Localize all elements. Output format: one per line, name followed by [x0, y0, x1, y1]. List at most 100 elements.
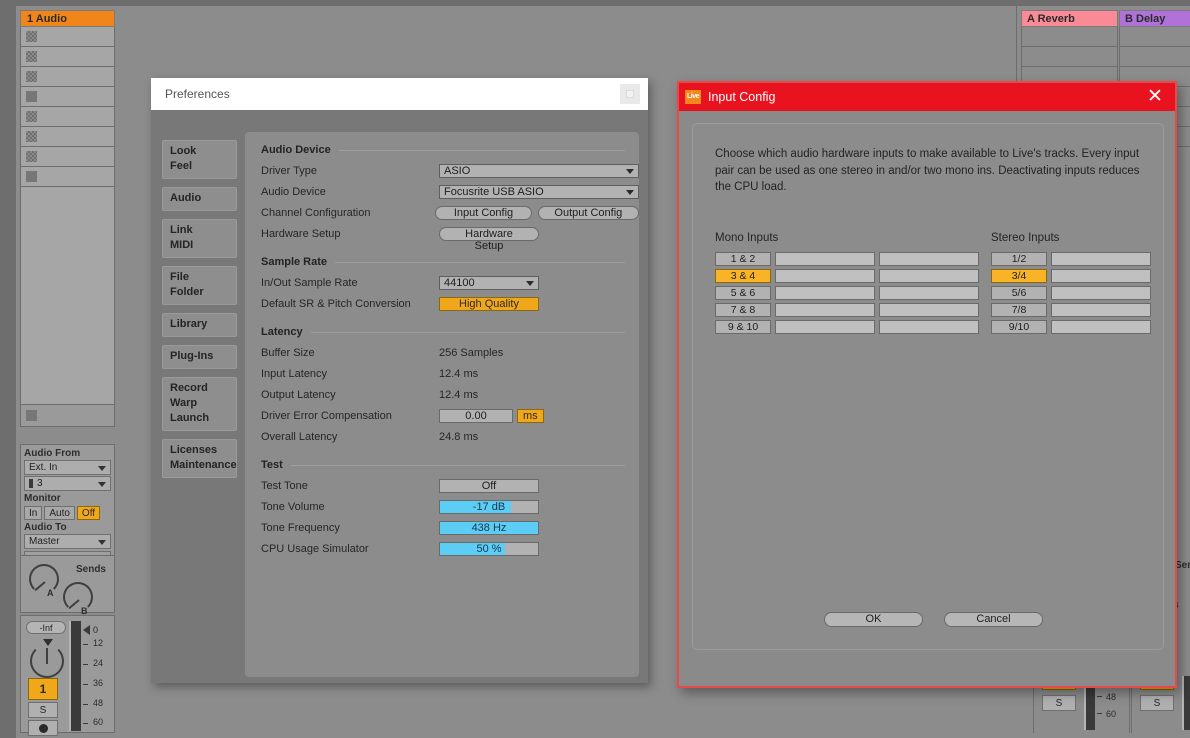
preferences-content: Audio Device Driver Type ASIO Audio Devi…	[245, 132, 639, 677]
send-a-knob[interactable]	[29, 564, 59, 594]
return-slot[interactable]	[1120, 27, 1190, 47]
mono-slot-left[interactable]	[775, 252, 875, 266]
mono-slot-left[interactable]	[775, 269, 875, 283]
tone-frequency-slider[interactable]: 438 Hz	[439, 520, 539, 535]
cpu-sim-slider[interactable]: 50 %	[439, 541, 539, 556]
mono-row-label-5-6[interactable]: 5 & 6	[715, 286, 771, 300]
return-a-title[interactable]: A Reverb	[1021, 10, 1118, 27]
stereo-row-label-1-2[interactable]: 1/2	[991, 252, 1047, 266]
test-tone-toggle[interactable]: Off	[439, 478, 539, 493]
audio-from-select[interactable]: Ext. In	[24, 460, 111, 475]
mono-row-label-9-10[interactable]: 9 & 10	[715, 320, 771, 334]
clip-slot[interactable]	[21, 87, 114, 107]
send-b-needle	[68, 599, 80, 610]
monitor-in-button[interactable]: In	[24, 506, 43, 520]
stereo-row-label-7-8[interactable]: 7/8	[991, 303, 1047, 317]
stereo-row-label-9-10[interactable]: 9/10	[991, 320, 1047, 334]
stop-clip-icon	[26, 91, 37, 102]
driver-error-input[interactable]: 0.00	[439, 408, 513, 423]
track-solo-button[interactable]: S	[28, 702, 58, 718]
clip-slot[interactable]	[21, 27, 114, 47]
close-icon[interactable]	[620, 84, 640, 104]
monitor-off-button[interactable]: Off	[76, 506, 101, 520]
input-config-button[interactable]: Input Config	[435, 205, 532, 220]
mono-slot-right[interactable]	[879, 303, 979, 317]
mono-slot-right[interactable]	[879, 286, 979, 300]
input-channel-select[interactable]: 3	[24, 476, 111, 491]
stereo-slot[interactable]	[1051, 286, 1151, 300]
clip-slot[interactable]	[21, 167, 114, 187]
sidebar-item-maintenance[interactable]: Maintenance	[163, 458, 237, 473]
audio-device-select[interactable]: Focusrite USB ASIO	[439, 184, 639, 199]
mono-row-label-7-8[interactable]: 7 & 8	[715, 303, 771, 317]
stereo-row-label-5-6[interactable]: 5/6	[991, 286, 1047, 300]
stop-clip-icon	[26, 111, 37, 122]
sidebar-item-plugins[interactable]: Plug-Ins	[163, 349, 236, 364]
monitor-auto-button[interactable]: Auto	[44, 506, 75, 520]
inout-sample-rate-select[interactable]: 44100	[439, 275, 539, 290]
return-b-solo-button[interactable]: S	[1140, 695, 1174, 711]
mono-slot-left[interactable]	[775, 303, 875, 317]
mono-slot-left[interactable]	[775, 286, 875, 300]
stereo-inputs-heading: Stereo Inputs	[991, 232, 1060, 244]
driver-type-select[interactable]: ASIO	[439, 163, 639, 178]
stereo-slot[interactable]	[1051, 252, 1151, 266]
sidebar-item-link[interactable]: Link	[163, 223, 236, 238]
sidebar-item-launch[interactable]: Launch	[163, 411, 236, 426]
audio-to-select[interactable]: Master	[24, 534, 111, 549]
output-config-button[interactable]: Output Config	[537, 205, 639, 220]
stereo-row-label-3-4[interactable]: 3/4	[991, 269, 1047, 283]
track-volume-value[interactable]: -Inf	[26, 621, 66, 634]
track-column-1: 1 Audio	[20, 10, 115, 427]
sidebar-item-licenses[interactable]: Licenses	[163, 443, 236, 458]
track-mixer-panel: -Inf 1 S 0 12 24 36 48 60	[20, 615, 115, 736]
mono-row-label-1-2[interactable]: 1 & 2	[715, 252, 771, 266]
return-a-solo-button[interactable]: S	[1042, 695, 1076, 711]
return-slot[interactable]	[1022, 47, 1117, 67]
mono-row-label-3-4[interactable]: 3 & 4	[715, 269, 771, 283]
sidebar-item-library[interactable]: Library	[163, 317, 236, 332]
clip-slot[interactable]	[21, 107, 114, 127]
return-b-title[interactable]: B Delay	[1119, 10, 1190, 27]
stereo-slot[interactable]	[1051, 303, 1151, 317]
track-title[interactable]: 1 Audio	[20, 10, 115, 27]
return-slot[interactable]	[1120, 47, 1190, 67]
sidebar-item-file[interactable]: File	[163, 270, 236, 285]
track-activator-button[interactable]: 1	[28, 678, 58, 700]
return-slot[interactable]	[1022, 27, 1117, 47]
sidebar-item-midi[interactable]: MIDI	[163, 238, 236, 253]
nav-group-licenses-maintenance: Licenses Maintenance	[162, 439, 237, 478]
track-stop-slot[interactable]	[20, 405, 115, 427]
sidebar-item-warp[interactable]: Warp	[163, 396, 236, 411]
sidebar-item-folder[interactable]: Folder	[163, 285, 236, 300]
mono-slot-left[interactable]	[775, 320, 875, 334]
clip-slot[interactable]	[21, 147, 114, 167]
mono-slot-right[interactable]	[879, 269, 979, 283]
driver-error-unit[interactable]: ms	[517, 408, 544, 423]
cancel-button[interactable]: Cancel	[944, 612, 1043, 627]
clip-slot[interactable]	[21, 47, 114, 67]
sidebar-item-record[interactable]: Record	[163, 381, 236, 396]
sidebar-item-feel[interactable]: Feel	[163, 159, 236, 174]
mono-slot-right[interactable]	[879, 252, 979, 266]
conversion-value-button[interactable]: High Quality	[439, 296, 539, 311]
meter-tick	[83, 644, 88, 645]
sidebar-item-audio[interactable]: Audio	[163, 191, 236, 206]
record-dot-icon	[38, 723, 48, 733]
close-icon[interactable]: ✕	[1145, 87, 1165, 107]
stereo-slot[interactable]	[1051, 320, 1151, 334]
track-arm-button[interactable]	[28, 720, 58, 736]
clip-slot[interactable]	[21, 67, 114, 87]
row-input-latency: Input Latency 12.4 ms	[245, 363, 639, 384]
section-test: Test	[245, 455, 639, 475]
clip-slot[interactable]	[21, 127, 114, 147]
clip-empty-area	[20, 187, 115, 405]
meter-tick-label: 36	[93, 678, 104, 688]
tone-volume-slider[interactable]: -17 dB	[439, 499, 539, 514]
stereo-slot[interactable]	[1051, 269, 1151, 283]
send-b-knob[interactable]	[63, 582, 93, 612]
mono-slot-right[interactable]	[879, 320, 979, 334]
sidebar-item-look[interactable]: Look	[163, 144, 236, 159]
ok-button[interactable]: OK	[824, 612, 923, 627]
hardware-setup-button[interactable]: Hardware Setup	[439, 226, 539, 252]
